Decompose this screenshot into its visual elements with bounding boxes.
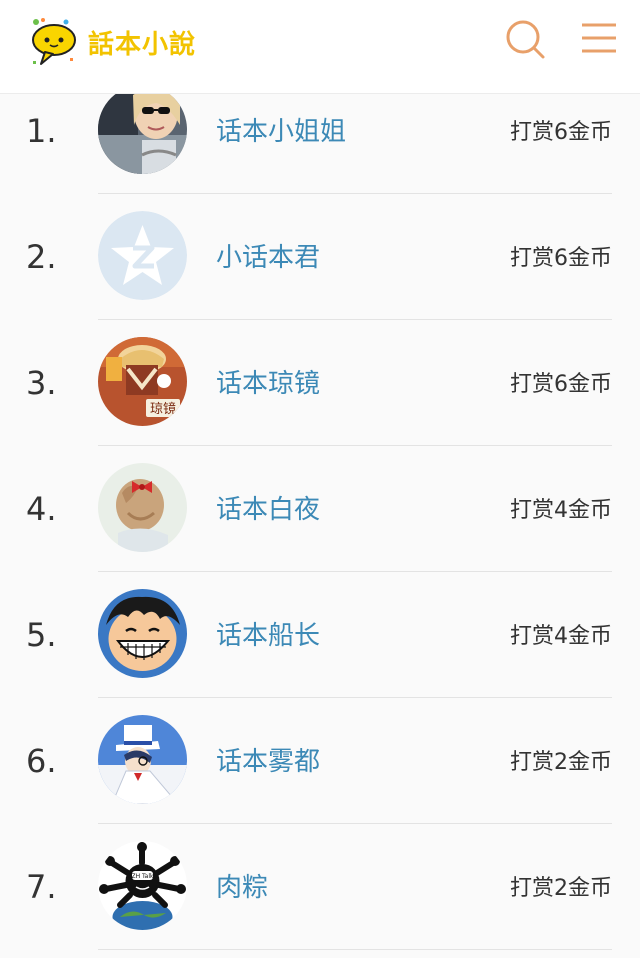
rank-number: 7. xyxy=(26,868,57,906)
username-link[interactable]: 肉粽 xyxy=(216,867,268,904)
reward-amount: 打赏2金币 xyxy=(510,750,612,775)
top-header: 話本小說 xyxy=(0,0,640,94)
reward-amount: 打赏4金币 xyxy=(510,498,612,523)
list-item[interactable]: 6. 话本雾都 打赏2金币 xyxy=(0,698,640,824)
username-link[interactable]: 话本白夜 xyxy=(216,489,320,526)
username-link[interactable]: 小话本君 xyxy=(216,237,320,274)
rank-number: 1. xyxy=(26,112,57,150)
avatar[interactable] xyxy=(98,715,187,804)
speech-bubble-logo-icon xyxy=(32,18,76,65)
username-link[interactable]: 话本琼镜 xyxy=(216,363,320,400)
globe-avatar-badge: ZH Talk xyxy=(131,873,154,880)
avatar-globe-black-character: ZH Talk xyxy=(98,841,187,930)
rank-number: 6. xyxy=(26,742,57,780)
avatar-kaito-kid xyxy=(98,715,187,804)
avatar[interactable]: ZH Talk xyxy=(98,841,187,930)
rank-number: 2. xyxy=(26,238,57,276)
logo-wordmark: 話本小說 xyxy=(88,29,197,60)
avatar[interactable]: 琼镜 xyxy=(98,337,187,426)
menu-button[interactable] xyxy=(578,17,622,61)
reward-amount: 打赏6金币 xyxy=(510,246,612,271)
list-item[interactable]: 5. 话本船长 打赏4金币 xyxy=(0,572,640,698)
hamburger-menu-icon xyxy=(582,23,616,53)
qiongjing-avatar-label: 琼镜 xyxy=(150,402,176,417)
row-divider xyxy=(98,949,612,950)
avatar-luffy-smile xyxy=(98,589,187,678)
app-root: 話本小說 1. 话本小姐姐 打赏6金币 2. 小话本君 打赏6金币 3. 琼镜 … xyxy=(0,0,640,958)
avatar-girl-hair-bow xyxy=(98,463,187,552)
list-item[interactable]: 2. 小话本君 打赏6金币 xyxy=(0,194,640,320)
reward-ranking-list: 1. 话本小姐姐 打赏6金币 2. 小话本君 打赏6金币 3. 琼镜 话本琼镜 … xyxy=(0,68,640,950)
avatar[interactable] xyxy=(98,589,187,678)
reward-amount: 打赏2金币 xyxy=(510,876,612,901)
reward-amount: 打赏6金币 xyxy=(510,372,612,397)
avatar[interactable] xyxy=(98,463,187,552)
username-link[interactable]: 话本雾都 xyxy=(216,741,320,778)
rank-number: 4. xyxy=(26,490,57,528)
avatar-anime-character: 琼镜 xyxy=(98,337,187,426)
search-button[interactable] xyxy=(503,17,547,61)
rank-number: 5. xyxy=(26,616,57,654)
list-item[interactable]: 4. 话本白夜 打赏4金币 xyxy=(0,446,640,572)
username-link[interactable]: 话本船长 xyxy=(216,615,320,652)
list-item[interactable]: 7. ZH Talk 肉粽 打赏2金币 xyxy=(0,824,640,950)
list-item[interactable]: 3. 琼镜 话本琼镜 打赏6金币 xyxy=(0,320,640,446)
app-logo[interactable]: 話本小說 xyxy=(26,14,196,70)
username-link[interactable]: 话本小姐姐 xyxy=(216,111,346,148)
search-icon xyxy=(506,20,545,59)
avatar[interactable] xyxy=(98,85,187,174)
avatar-default-qzone-star-icon xyxy=(98,211,187,300)
rank-number: 3. xyxy=(26,364,57,402)
avatar[interactable] xyxy=(98,211,187,300)
avatar-photo-woman-sunglasses xyxy=(98,85,187,174)
reward-amount: 打赏4金币 xyxy=(510,624,612,649)
reward-amount: 打赏6金币 xyxy=(510,120,612,145)
